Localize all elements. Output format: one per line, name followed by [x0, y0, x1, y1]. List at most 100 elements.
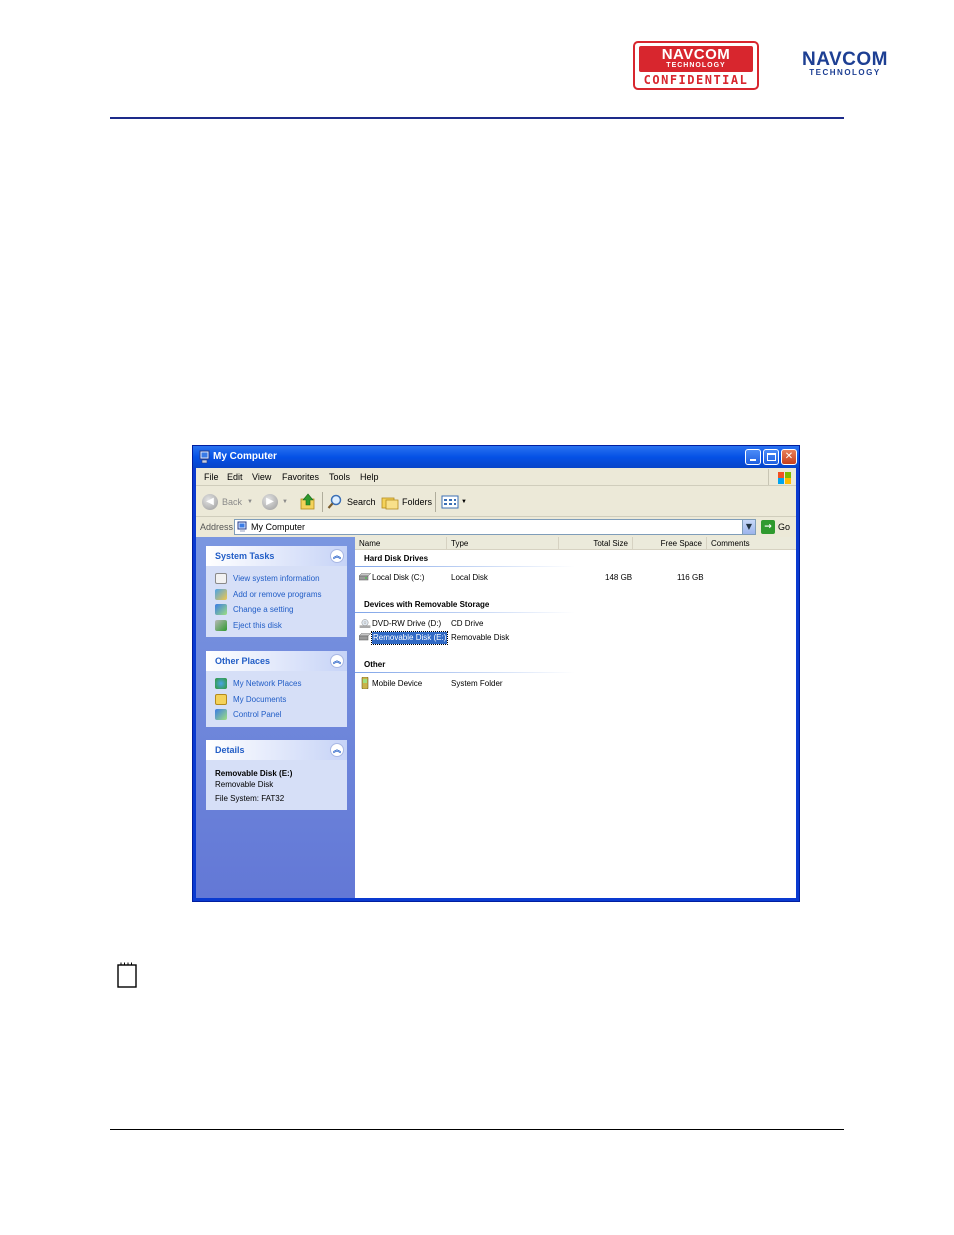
maximize-button[interactable] — [763, 449, 779, 465]
place-control-panel[interactable]: Control Panel — [215, 707, 347, 723]
details-header[interactable]: Details ︽ — [206, 740, 347, 760]
network-places-icon — [215, 678, 227, 689]
collapse-chevron-icon[interactable]: ︽ — [330, 654, 344, 668]
control-panel-icon — [215, 604, 227, 615]
computer-icon — [199, 450, 210, 464]
details-type: Removable Disk — [215, 780, 274, 789]
other-places-header[interactable]: Other Places ︽ — [206, 651, 347, 671]
menu-favorites[interactable]: Favorites — [282, 468, 319, 486]
stamp-line2: TECHNOLOGY — [666, 62, 726, 69]
task-label: Eject this disk — [233, 620, 282, 630]
toolbar-separator — [435, 492, 436, 512]
item-free-space: 116 GB — [677, 573, 704, 582]
collapse-chevron-icon[interactable]: ︽ — [330, 549, 344, 563]
group-hard-disk-drives: Hard Disk Drives — [364, 554, 429, 563]
forward-dropdown-icon: ▼ — [282, 499, 288, 505]
address-dropdown-icon[interactable]: ▼ — [742, 520, 755, 534]
details-file-system: File System: FAT32 — [215, 794, 285, 803]
item-name: Mobile Device — [372, 679, 423, 688]
address-bar: Address My Computer ▼ → Go — [196, 518, 796, 536]
item-type: System Folder — [451, 679, 503, 688]
list-item-local-disk-c[interactable]: Local Disk (C:) Local Disk 148 GB 116 GB — [359, 572, 759, 584]
group-divider — [355, 566, 575, 567]
address-value: My Computer — [251, 522, 306, 532]
navcom-logo: NAVCOM TECHNOLOGY — [785, 49, 905, 77]
column-headers: Name Type Total Size Free Space Comments — [355, 537, 796, 550]
forward-arrow-icon: ▶ — [262, 494, 278, 510]
item-name: Removable Disk (E:) — [370, 631, 449, 645]
title-bar[interactable]: My Computer ✕ — [193, 446, 799, 468]
removable-disk-icon — [359, 633, 371, 641]
computer-icon — [237, 521, 247, 532]
back-button[interactable]: ◀ Back ▼ — [202, 487, 253, 517]
place-my-network-places[interactable]: My Network Places — [215, 676, 347, 692]
item-type: CD Drive — [451, 619, 484, 628]
views-button[interactable]: ▼ — [441, 487, 469, 517]
dvd-drive-icon — [359, 619, 371, 628]
menu-view[interactable]: View — [252, 468, 271, 486]
address-label: Address — [200, 522, 234, 532]
group-divider — [355, 672, 575, 673]
place-label: My Network Places — [233, 679, 302, 688]
column-type[interactable]: Type — [447, 537, 559, 550]
my-computer-window: My Computer ✕ File Edit View Favorites T… — [192, 445, 800, 902]
collapse-chevron-icon[interactable]: ︽ — [330, 743, 344, 757]
toolbar: ◀ Back ▼ ▶ ▼ Search Folders ▼ — [196, 487, 796, 517]
place-my-documents[interactable]: My Documents — [215, 692, 347, 708]
menu-file[interactable]: File — [204, 468, 219, 486]
menu-tools[interactable]: Tools — [329, 468, 350, 486]
list-item-removable-disk-e[interactable]: Removable Disk (E:) Removable Disk — [359, 631, 759, 645]
search-label: Search — [347, 497, 376, 507]
go-arrow-icon[interactable]: → — [761, 520, 775, 534]
address-input[interactable]: My Computer ▼ — [234, 519, 756, 535]
window-title: My Computer — [213, 451, 277, 462]
task-add-remove-programs[interactable]: Add or remove programs — [215, 587, 347, 603]
task-view-system-information[interactable]: View system information — [215, 571, 347, 587]
header-rule — [110, 117, 844, 119]
go-button[interactable]: Go — [778, 518, 790, 536]
details-panel: Details ︽ Removable Disk (E:) Removable … — [206, 740, 347, 810]
system-tasks-title: System Tasks — [215, 551, 275, 561]
task-eject-disk[interactable]: Eject this disk — [215, 618, 347, 634]
list-item-mobile-device[interactable]: Mobile Device System Folder — [359, 677, 759, 690]
window-client: File Edit View Favorites Tools Help ◀ Ba… — [196, 468, 796, 898]
place-label: Control Panel — [233, 710, 282, 719]
group-removable-storage: Devices with Removable Storage — [364, 600, 490, 609]
task-pane: System Tasks ︽ View system information A… — [196, 537, 355, 898]
column-comments[interactable]: Comments — [707, 537, 796, 550]
place-label: My Documents — [233, 694, 287, 704]
mobile-device-icon — [361, 677, 369, 689]
menu-edit[interactable]: Edit — [227, 468, 243, 486]
note-icon — [117, 962, 137, 988]
views-icon — [441, 495, 459, 509]
confidential-stamp-logo: NAVCOM TECHNOLOGY CONFIDENTIAL — [633, 41, 759, 90]
stamp-line1: NAVCOM — [661, 46, 731, 63]
item-total-size: 148 GB — [605, 573, 633, 582]
column-free-space[interactable]: Free Space — [633, 537, 707, 550]
add-remove-programs-icon — [215, 588, 227, 600]
item-type: Removable Disk — [451, 633, 510, 642]
system-tasks-header[interactable]: System Tasks ︽ — [206, 546, 347, 566]
task-label: View system information — [233, 574, 320, 583]
task-change-setting[interactable]: Change a setting — [215, 602, 347, 618]
list-item-dvd-rw-drive-d[interactable]: DVD-RW Drive (D:) CD Drive — [359, 618, 759, 630]
close-button[interactable]: ✕ — [781, 449, 797, 465]
folders-button[interactable]: Folders — [381, 487, 433, 517]
column-name[interactable]: Name — [355, 537, 447, 550]
control-panel-icon — [215, 709, 227, 720]
minimize-button[interactable] — [745, 449, 761, 465]
forward-button[interactable]: ▶ ▼ — [262, 487, 294, 517]
file-list: Name Type Total Size Free Space Comments… — [355, 537, 796, 898]
folders-label: Folders — [402, 497, 433, 507]
other-places-panel: Other Places ︽ My Network Places My Docu… — [206, 651, 347, 727]
folders-icon — [381, 497, 399, 510]
item-type: Local Disk — [451, 573, 488, 582]
details-name: Removable Disk (E:) — [215, 769, 293, 778]
search-button[interactable]: Search — [327, 487, 377, 517]
menu-bar: File Edit View Favorites Tools Help — [196, 468, 796, 486]
up-folder-button[interactable] — [298, 487, 318, 517]
toolbar-separator — [322, 492, 323, 512]
menu-help[interactable]: Help — [360, 468, 379, 486]
logo-line1: NAVCOM — [801, 49, 889, 70]
column-total-size[interactable]: Total Size — [559, 537, 633, 550]
